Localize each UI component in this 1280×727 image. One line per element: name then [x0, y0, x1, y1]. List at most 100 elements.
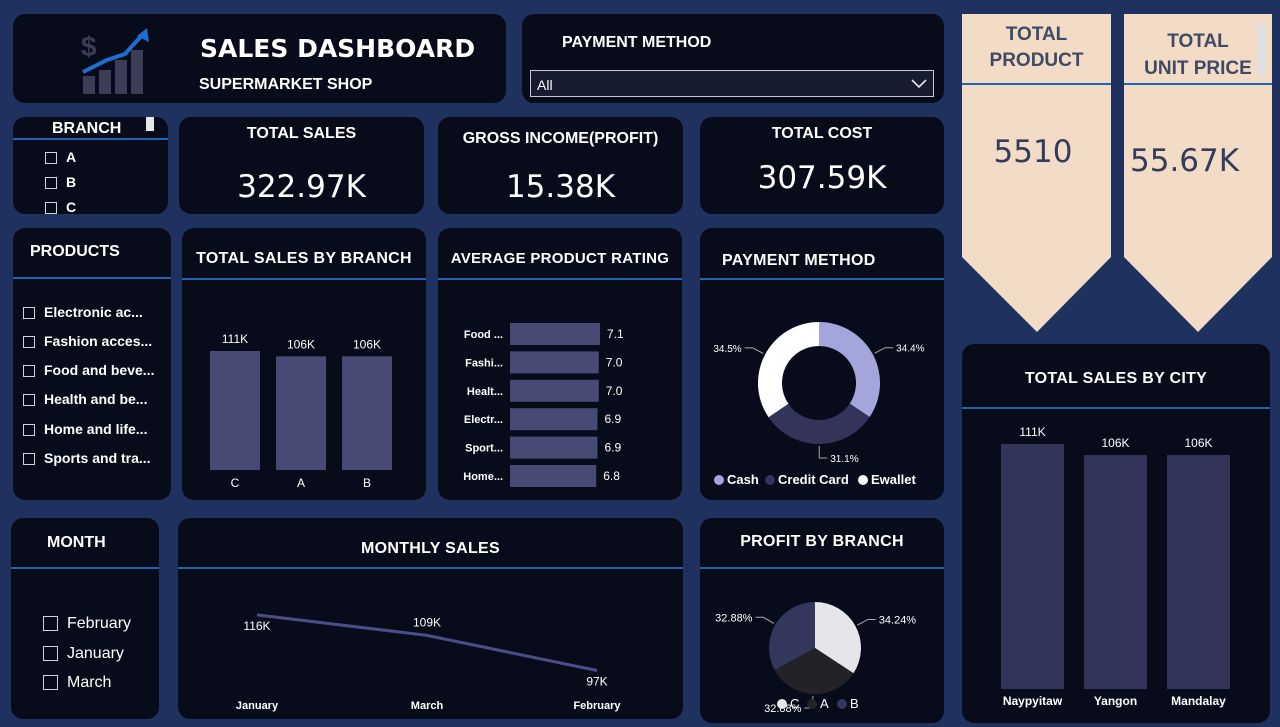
legend-marker	[777, 699, 787, 709]
bar	[1001, 444, 1064, 689]
category-label: March	[411, 700, 444, 712]
leader-line	[755, 616, 775, 624]
pie-slice	[819, 322, 880, 417]
checkbox[interactable]	[23, 336, 35, 349]
checkbox[interactable]	[43, 646, 58, 662]
payment-method-filter: PAYMENT METHOD All	[522, 14, 944, 103]
product-option[interactable]: Home and life...	[23, 421, 147, 437]
leader-line	[856, 618, 876, 626]
checkbox[interactable]	[45, 177, 57, 190]
total-sales-label: TOTAL SALES	[246, 125, 357, 142]
checkbox[interactable]	[23, 365, 35, 378]
data-label: 7.0	[606, 355, 623, 369]
month-option-march[interactable]: March	[43, 674, 111, 692]
month-option-january[interactable]: January	[43, 645, 124, 663]
product-option[interactable]: Food and beve...	[23, 362, 154, 378]
dashboard-subtitle: SUPERMARKET SHOP	[199, 76, 373, 93]
products-slicer-title: PRODUCTS	[30, 243, 120, 260]
checkbox[interactable]	[45, 202, 57, 214]
checkbox[interactable]	[45, 152, 57, 165]
legend-label: Ewallet	[871, 472, 916, 487]
products-slicer-divider	[13, 277, 171, 279]
total-product-label: TOTAL PRODUCT	[989, 24, 1084, 71]
category-label: Electr...	[464, 414, 503, 426]
category-label: Mandalay	[1171, 694, 1226, 708]
dashboard-title: SALES DASHBOARD	[200, 34, 476, 63]
header-card: $ SALES DASHBOARD SUPERMARKET SHOP	[13, 14, 506, 103]
month-slicer-title: MONTH	[47, 534, 106, 551]
branch-option-b[interactable]: B	[45, 174, 76, 190]
checkbox[interactable]	[23, 394, 35, 407]
sales-by-city-title: TOTAL SALES BY CITY	[1024, 370, 1208, 387]
bar	[210, 351, 260, 470]
profit-by-branch-chart: 34.24%32.88%32.88%C A B	[715, 602, 916, 715]
category-label: February	[573, 700, 621, 712]
data-label: 106K	[287, 337, 315, 351]
month-option-february[interactable]: February	[43, 615, 131, 633]
avg-rating-chart: Food ... 7.1 Fashi... 7.0 Healt... 7.0 Electr.…	[463, 323, 624, 487]
avg-rating-card: AVERAGE PRODUCT RATING Food ... 7.1 Fashi.…	[438, 228, 682, 500]
leader-line	[744, 347, 764, 354]
dropdown-selected-value: All	[537, 77, 553, 93]
total-cost-label: TOTAL COST	[771, 125, 873, 142]
product-option[interactable]: Fashion acces...	[23, 333, 152, 349]
data-label: 7.0	[606, 384, 623, 398]
data-label: 34.5%	[713, 344, 741, 355]
category-label: Fashi...	[465, 357, 503, 369]
data-label: 6.9	[604, 441, 621, 455]
legend-marker	[858, 475, 868, 485]
bar	[510, 323, 600, 345]
total-unit-price-value: 55.67K	[1130, 143, 1240, 179]
gross-income-value: 15.38K	[505, 169, 616, 205]
legend-label: Credit Card	[778, 472, 849, 487]
monthly-sales-title: MONTHLY SALES	[360, 540, 501, 557]
category-label: Sport...	[465, 443, 503, 455]
total-cost-value: 307.59K	[757, 160, 887, 196]
branch-option-c[interactable]: C	[45, 199, 76, 214]
payment-method-card: PAYMENT METHOD 34.4% 31.1% 34.5% Cash Credit…	[700, 228, 944, 500]
checkbox[interactable]	[43, 616, 58, 632]
data-label: 6.8	[603, 469, 620, 483]
data-label: 34.4%	[896, 344, 924, 355]
bar	[1084, 455, 1147, 689]
branch-slicer: BRANCH A B C	[13, 117, 168, 214]
product-option[interactable]: Health and be...	[23, 391, 147, 407]
pie-slice	[758, 322, 819, 418]
legend-label: B	[850, 696, 859, 711]
sales-by-branch-card: TOTAL SALES BY BRANCH 111K C 106K A 106K B	[182, 228, 426, 500]
legend-label: A	[820, 696, 829, 711]
category-label: Food ...	[464, 329, 503, 341]
profit-by-branch-card: PROFIT BY BRANCH 34.24% 32.88% 32.88% C A B	[700, 518, 944, 723]
data-label: 106K	[353, 337, 381, 351]
data-label: 116K	[243, 619, 270, 633]
checkbox[interactable]	[43, 675, 58, 691]
leader-line	[874, 347, 894, 354]
data-label: 106K	[1101, 436, 1129, 450]
data-label: 106K	[1184, 436, 1212, 450]
month-slicer-divider	[11, 567, 159, 569]
product-option[interactable]: Sports and tra...	[23, 450, 151, 466]
legend-marker	[807, 699, 817, 709]
data-label: 6.9	[604, 412, 621, 426]
checkbox[interactable]	[23, 453, 35, 466]
data-label: 31.1%	[830, 454, 858, 465]
branch-option-a[interactable]: A	[45, 149, 76, 165]
checkbox[interactable]	[23, 307, 35, 320]
branch-slicer-title: BRANCH	[52, 120, 122, 137]
total-sales-value: 322.97K	[237, 169, 366, 205]
sales-by-city-chart: 111K Naypyitaw 106K Yangon 106K Mandalay	[1001, 425, 1230, 708]
payment-method-chart: 34.4% 31.1% 34.5% Cash Credit Card Ewallet	[713, 322, 925, 487]
total-unit-price-label: TOTAL UNIT PRICE	[1144, 31, 1252, 79]
legend-marker	[765, 475, 775, 485]
product-option[interactable]: Electronic ac...	[23, 304, 143, 320]
scrollbar-thumb[interactable]	[146, 117, 154, 131]
profit-by-branch-title: PROFIT BY BRANCH	[740, 533, 904, 550]
total-product-value: 5510	[993, 134, 1073, 170]
sales-by-branch-chart: 111K C 106K A 106K B	[210, 332, 392, 490]
category-label: Yangon	[1094, 694, 1137, 708]
chevron-down-icon	[911, 79, 927, 89]
bar	[510, 465, 597, 487]
sales-growth-icon: $	[81, 28, 149, 94]
checkbox[interactable]	[23, 424, 35, 437]
payment-method-dropdown[interactable]: All	[530, 70, 934, 97]
